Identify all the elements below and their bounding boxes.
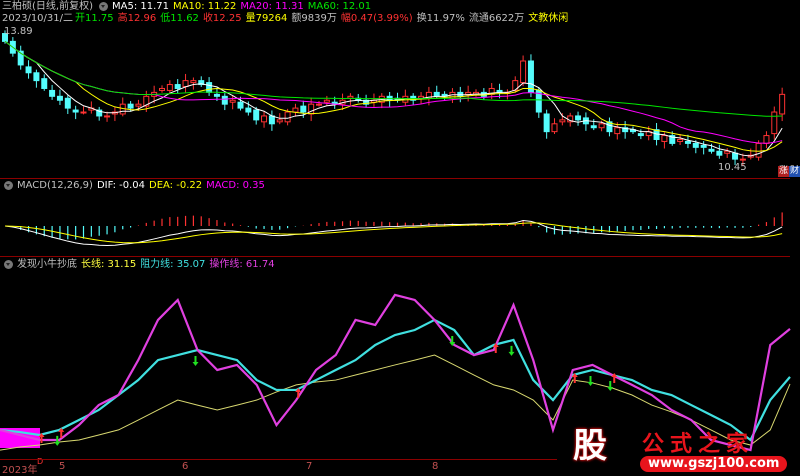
candle xyxy=(732,152,739,160)
candle xyxy=(465,91,472,95)
candle xyxy=(708,148,715,152)
max-price-label: 13.89 xyxy=(4,26,33,37)
candle xyxy=(661,135,668,142)
candle xyxy=(174,84,181,89)
candle xyxy=(221,95,228,105)
candle xyxy=(237,101,244,109)
watermark-logo: 股 公式之家 www.gszj100.com xyxy=(560,420,800,474)
dea-line xyxy=(4,222,783,244)
candle xyxy=(127,103,134,109)
candle xyxy=(590,125,597,129)
dif-line xyxy=(4,220,783,247)
sell-arrow-icon xyxy=(607,381,614,392)
candle xyxy=(700,144,707,148)
indicator-header: 发现小牛抄底 长线: 31.15 阻力线: 35.07 操作线: 61.74 xyxy=(2,259,279,271)
candle xyxy=(56,95,63,101)
candle xyxy=(684,140,691,144)
candle xyxy=(104,115,111,118)
candle xyxy=(551,123,558,133)
marker-d: D xyxy=(37,457,44,466)
dropdown-icon[interactable] xyxy=(4,259,13,269)
candle xyxy=(292,107,299,113)
candle xyxy=(159,87,165,91)
candle xyxy=(575,115,582,121)
axis-label: 8 xyxy=(432,461,439,472)
axis-line xyxy=(0,459,557,460)
logo-name: 公式之家 xyxy=(642,432,755,457)
candle xyxy=(598,123,605,129)
candle xyxy=(72,109,79,113)
candle xyxy=(33,72,40,82)
candle xyxy=(64,97,71,109)
candle xyxy=(614,127,621,135)
sell-arrow-icon xyxy=(192,356,199,366)
candle xyxy=(135,103,142,107)
chart-canvas[interactable] xyxy=(0,0,800,474)
sell-arrow-icon xyxy=(508,345,515,356)
candle xyxy=(520,60,527,84)
axis-label: 5 xyxy=(59,461,66,472)
candle xyxy=(692,142,699,148)
candle xyxy=(41,78,48,89)
candle xyxy=(190,80,197,84)
candle xyxy=(284,111,291,123)
candle xyxy=(276,119,283,123)
macd-title: MACD(12,26,9) xyxy=(17,180,93,191)
candle xyxy=(213,93,220,97)
badge-cai[interactable]: 财 xyxy=(789,166,800,177)
dropdown-icon[interactable] xyxy=(4,180,13,190)
candle xyxy=(716,150,723,156)
candle xyxy=(779,93,786,115)
resist-line-value: 阻力线: 35.07 xyxy=(140,259,206,270)
candle xyxy=(724,150,731,154)
candle xyxy=(755,142,762,158)
candle xyxy=(559,119,566,123)
macd-header: MACD(12,26,9) DIF: -0.04 DEA: -0.22 MACD: 0… xyxy=(2,180,269,192)
badge-up[interactable]: 涨 xyxy=(778,166,789,177)
candle xyxy=(763,135,770,144)
candle xyxy=(80,111,87,114)
panel-divider[interactable] xyxy=(0,178,790,179)
candle xyxy=(771,111,778,135)
candle xyxy=(166,84,173,91)
candle xyxy=(182,80,189,88)
sell-arrow-icon xyxy=(587,375,594,386)
candle xyxy=(527,60,534,93)
candle xyxy=(677,138,684,142)
axis-label: 6 xyxy=(182,461,189,472)
op-line-value: 操作线: 61.74 xyxy=(209,259,275,270)
candle xyxy=(637,133,644,137)
candle xyxy=(229,99,236,103)
candle xyxy=(49,89,56,97)
indicator-title: 发现小牛抄底 xyxy=(17,259,77,270)
macd-dif: DIF: -0.04 xyxy=(96,180,145,191)
candle xyxy=(316,103,322,106)
candle xyxy=(300,105,307,113)
panel-divider[interactable] xyxy=(0,256,790,257)
long-line-value: 长线: 31.15 xyxy=(81,259,137,270)
candle xyxy=(323,99,330,103)
macd-dea: DEA: -0.22 xyxy=(149,180,203,191)
candle xyxy=(543,113,550,133)
candle xyxy=(253,109,260,121)
candle xyxy=(245,107,252,113)
macd-value: MACD: 0.35 xyxy=(206,180,265,191)
axis-label: 7 xyxy=(306,461,313,472)
candle xyxy=(25,66,32,74)
candle xyxy=(206,82,213,93)
logo-url: www.gszj100.com xyxy=(640,456,788,472)
candle xyxy=(739,158,746,161)
candle xyxy=(261,115,268,123)
candle xyxy=(268,115,275,125)
min-price-label: 10.45 xyxy=(718,162,747,173)
logo-bull-icon: 股 xyxy=(566,422,614,470)
candle xyxy=(433,91,440,97)
